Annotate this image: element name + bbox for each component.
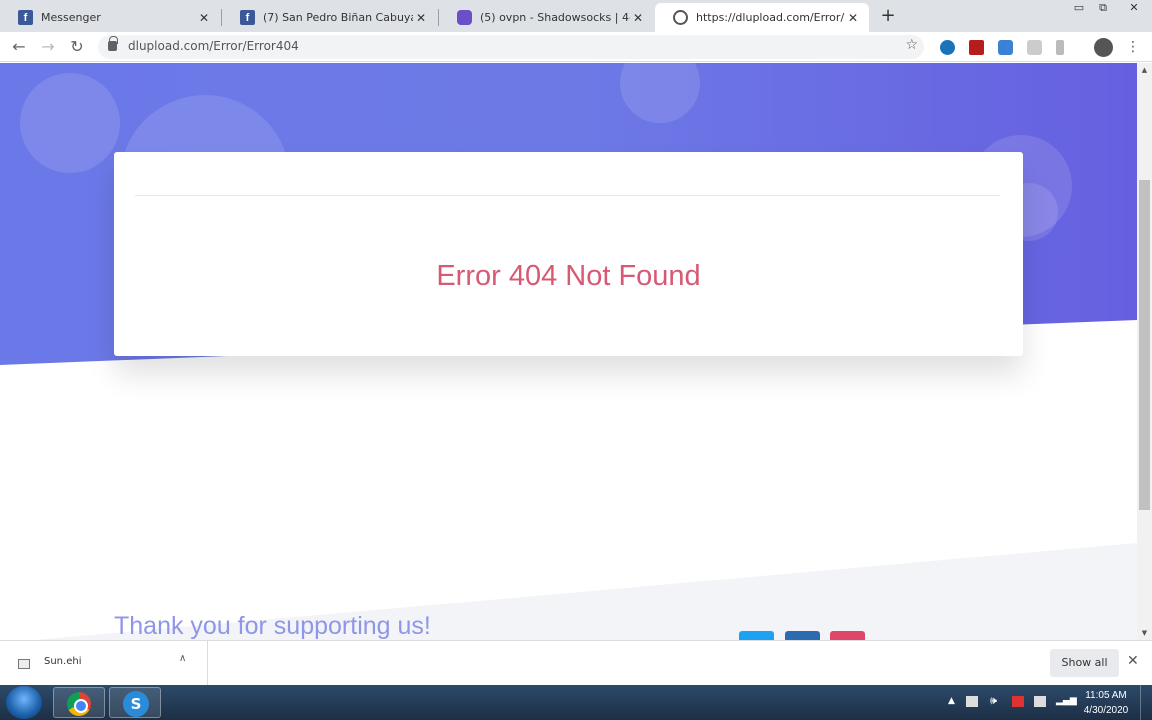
decorative-bubble (20, 73, 120, 173)
minimize-icon[interactable]: ▭ (1066, 0, 1092, 18)
download-extension-icon[interactable] (1056, 40, 1064, 55)
taskbar-app[interactable]: S (109, 687, 161, 718)
scroll-down-arrow-icon[interactable]: ▼ (1137, 626, 1152, 640)
close-window-icon[interactable]: ✕ (1116, 0, 1152, 18)
tray-expand-icon[interactable]: ▲ (948, 696, 955, 706)
download-filename[interactable]: Sun.ehi (44, 656, 81, 667)
error-card: Error 404 Not Found (114, 152, 1023, 356)
show-desktop-button[interactable] (1140, 685, 1152, 720)
new-tab-button[interactable]: + (876, 5, 900, 27)
facebook-icon: f (18, 10, 33, 25)
scrollbar-thumb[interactable] (1139, 180, 1150, 510)
search-extension-icon[interactable] (998, 40, 1013, 55)
pdf-extension-icon[interactable] (969, 40, 984, 55)
close-tab-icon[interactable]: ✕ (196, 10, 212, 26)
signal-icon[interactable]: ▂▄▆ (1056, 696, 1077, 706)
taskbar-chrome[interactable] (53, 687, 105, 718)
tab-title: (5) ovpn - Shadowsocks | 4-29-2( (480, 11, 630, 24)
tab-title: (7) San Pedro Biñan Cabuyao Sta (263, 11, 413, 24)
shadowsocks-icon (457, 10, 472, 25)
avatar[interactable] (1094, 38, 1113, 57)
thanks-message: Thank you for supporting us! (114, 612, 431, 640)
browser-toolbar: ← → ↻ dlupload.com/Error/Error404 ☆ ⋮ (0, 32, 1152, 62)
facebook-button[interactable] (785, 631, 820, 640)
tab-messenger[interactable]: f Messenger ✕ (0, 3, 220, 32)
close-shelf-icon[interactable]: ✕ (1127, 653, 1139, 669)
page-viewport: Error 404 Not Found Thank you for suppor… (0, 63, 1137, 640)
extension-icon[interactable] (1027, 40, 1042, 55)
restore-icon[interactable]: ⧉ (1090, 0, 1116, 18)
flag-icon[interactable] (1012, 696, 1024, 707)
show-all-button[interactable]: Show all (1050, 649, 1119, 677)
tab-facebook-group[interactable]: f (7) San Pedro Biñan Cabuyao Sta ✕ (222, 3, 437, 32)
clock-time: 11:05 AM (1085, 690, 1127, 701)
tab-title: Messenger (41, 11, 101, 24)
close-tab-icon[interactable]: ✕ (630, 10, 646, 26)
vertical-scrollbar[interactable]: ▲ ▼ (1137, 63, 1152, 640)
clock-date: 4/30/2020 (1083, 705, 1129, 716)
volume-icon[interactable]: 🕪 (990, 694, 997, 708)
menu-dots-icon[interactable]: ⋮ (1126, 38, 1140, 56)
chevron-up-icon[interactable]: ∧ (179, 653, 186, 664)
windows-taskbar: S ▲ 🕪 ▂▄▆ 11:05 AM 4/30/2020 (0, 685, 1152, 720)
tab-ovpn[interactable]: (5) ovpn - Shadowsocks | 4-29-2( ✕ (439, 3, 654, 32)
url-text[interactable]: dlupload.com/Error/Error404 (128, 39, 299, 53)
decorative-bubble (620, 63, 700, 123)
close-tab-icon[interactable]: ✕ (845, 10, 861, 26)
close-tab-icon[interactable]: ✕ (413, 10, 429, 26)
chrome-icon (67, 692, 91, 716)
download-item[interactable]: Sun.ehi ∧ (0, 641, 208, 685)
download-shelf: Sun.ehi ∧ Show all ✕ (0, 640, 1152, 685)
twitter-button[interactable] (739, 631, 774, 640)
app-s-icon: S (123, 691, 149, 717)
start-button[interactable] (6, 686, 42, 719)
grammarly-extension-icon[interactable] (940, 40, 955, 55)
dlupload-icon (673, 10, 688, 25)
scroll-up-arrow-icon[interactable]: ▲ (1137, 63, 1152, 77)
file-icon (18, 659, 30, 669)
tab-title: https://dlupload.com/Error/Error (696, 11, 845, 24)
bookmark-star-icon[interactable]: ☆ (905, 37, 918, 53)
network-icon[interactable] (966, 696, 978, 707)
forward-arrow-icon[interactable]: → (37, 36, 59, 58)
facebook-icon: f (240, 10, 255, 25)
reload-icon[interactable]: ↻ (66, 36, 88, 58)
device-icon[interactable] (1034, 696, 1046, 707)
card-divider (135, 195, 1000, 196)
back-arrow-icon[interactable]: ← (8, 36, 30, 58)
tab-dlupload-active[interactable]: https://dlupload.com/Error/Error ✕ (655, 3, 869, 32)
instagram-button[interactable] (830, 631, 865, 640)
tab-strip: f Messenger ✕ f (7) San Pedro Biñan Cabu… (0, 0, 1152, 32)
lock-icon[interactable] (108, 36, 118, 51)
error-message: Error 404 Not Found (436, 260, 701, 292)
system-clock[interactable]: 11:05 AM 4/30/2020 (1080, 688, 1132, 718)
address-bar[interactable]: dlupload.com/Error/Error404 ☆ (98, 35, 924, 59)
